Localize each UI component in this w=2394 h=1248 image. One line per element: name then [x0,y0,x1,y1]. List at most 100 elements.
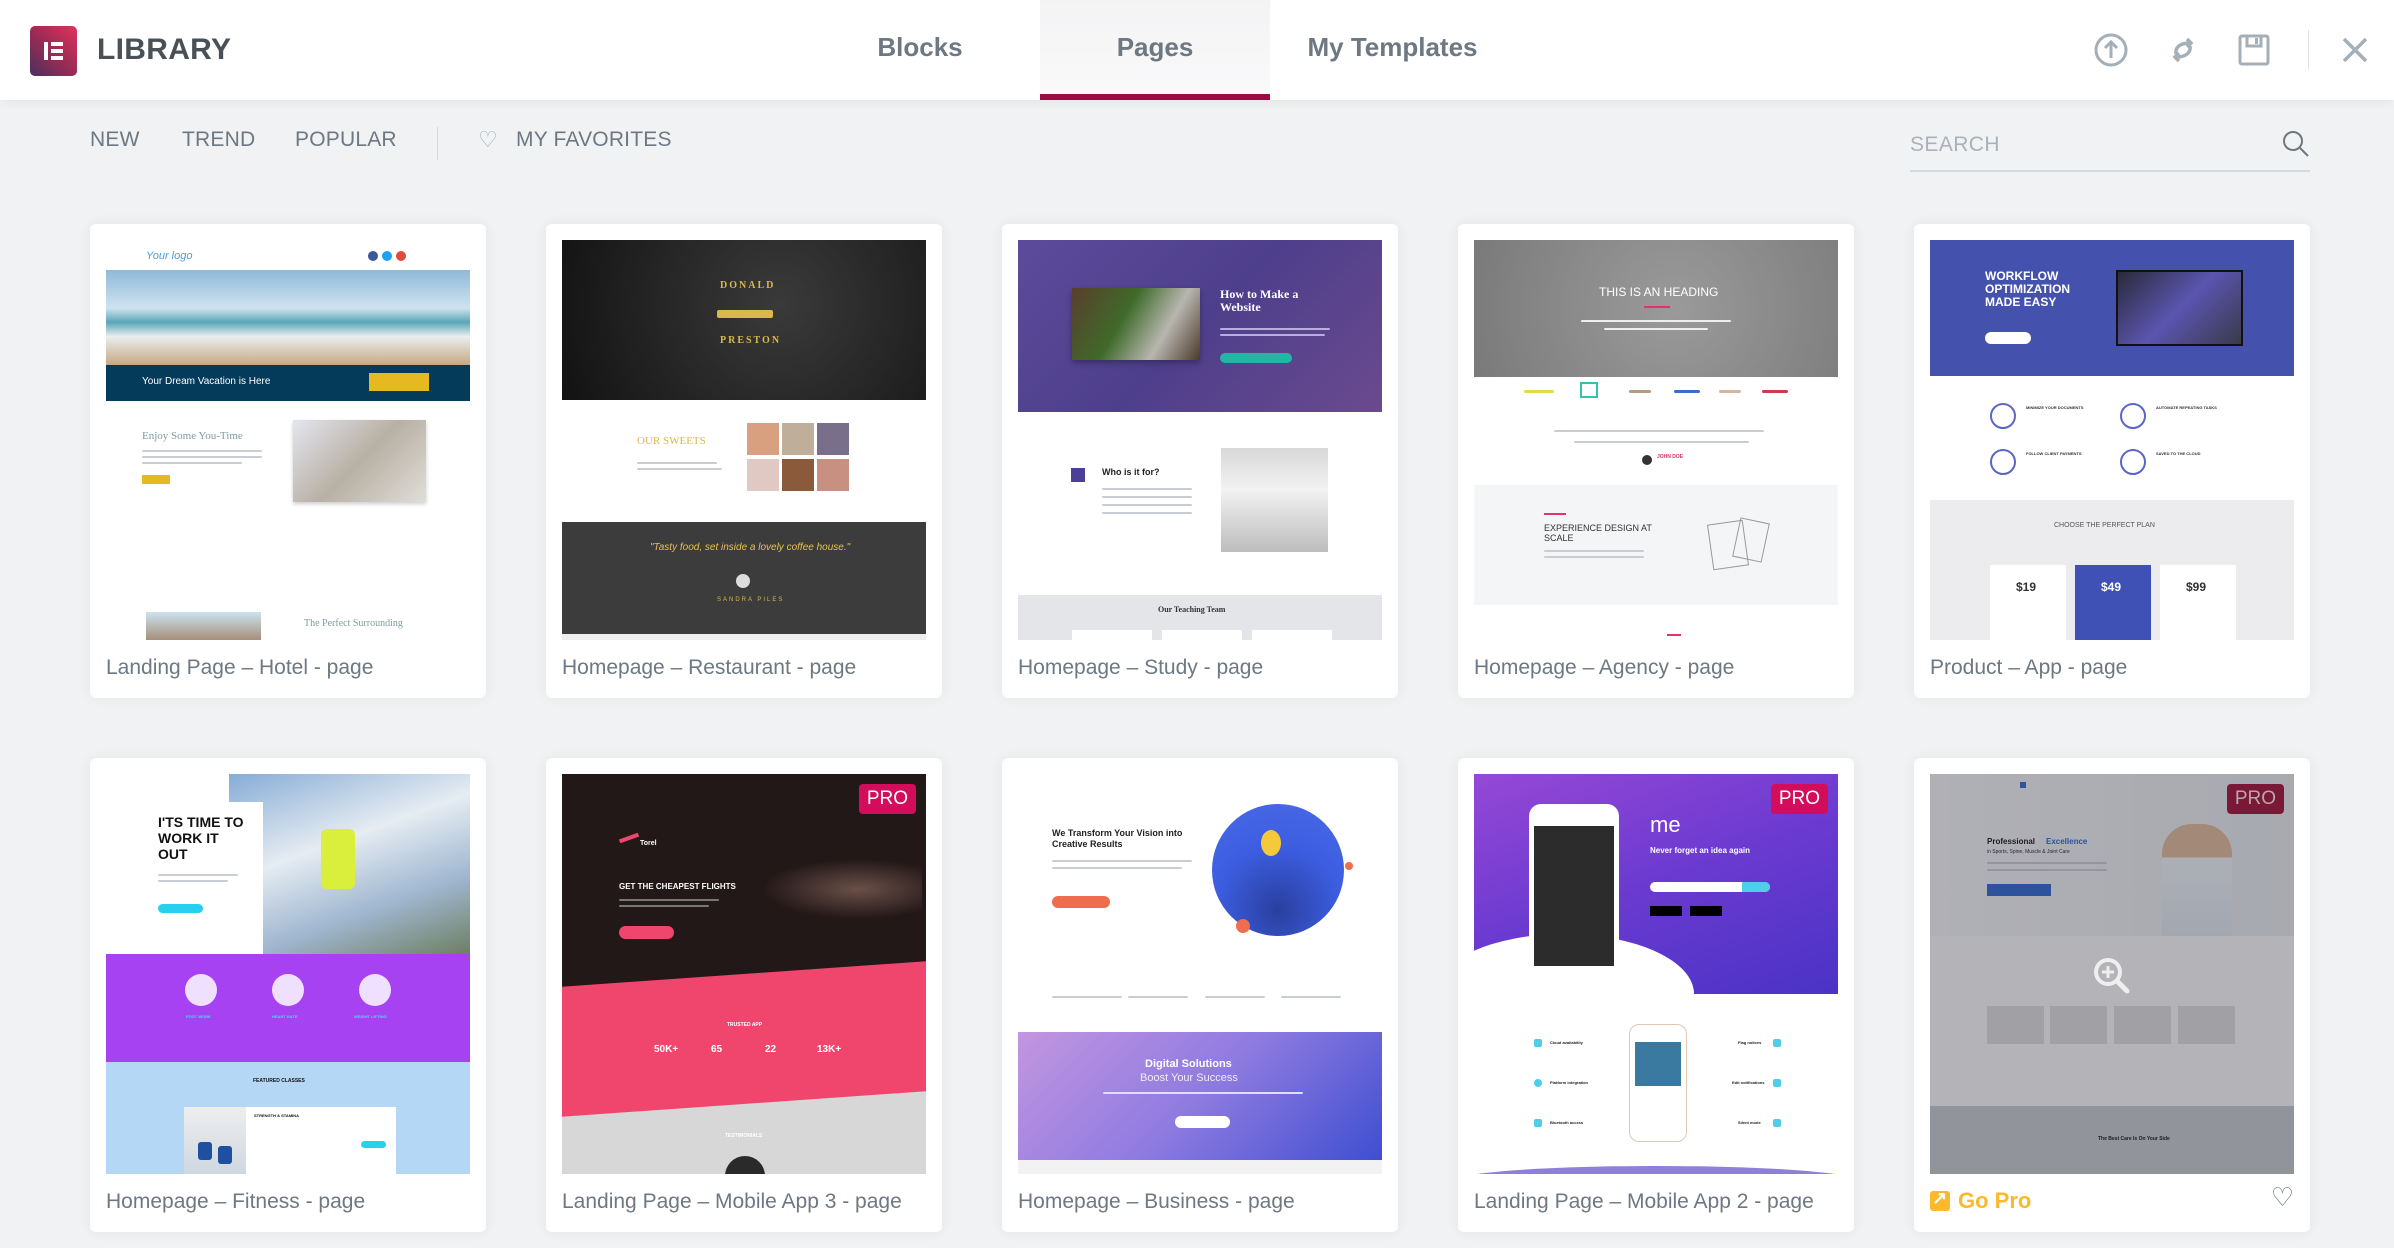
thumb-hero-image [1474,240,1838,377]
thumb-hero-image [106,270,470,365]
thumb-illustration [1212,804,1344,936]
template-preview-hotel[interactable]: Your logo Your Dream Vacation is Here En… [106,240,470,640]
thumb-text: TRUSTED APP [727,1022,763,1028]
thumb-text: We Transform Your Vision into Creative R… [1052,828,1183,849]
library-title: LIBRARY [97,33,232,66]
thumb-video [2116,270,2243,346]
thumb-text: Digital Solutions [1145,1058,1232,1070]
search-input[interactable] [1910,130,2250,160]
thumb-stat: 13K+ [817,1044,842,1055]
thumb-text: Boost Your Success [1140,1072,1238,1084]
search-icon[interactable] [2280,128,2312,160]
template-card-restaurant[interactable]: DONALD PRESTON OUR SWEETS "Tasty food, s… [546,224,942,698]
thumb-image [782,459,814,491]
thumb-text: WEIGHT LIFTING [354,1014,387,1019]
thumb-text: Torel [640,840,657,847]
template-card-hotel[interactable]: Your logo Your Dream Vacation is Here En… [90,224,486,698]
filter-my-favorites[interactable]: MY FAVORITES [516,128,672,152]
template-card-study[interactable]: How to Make a Website Who is it for? Our… [1002,224,1398,698]
thumb-section [1474,485,1838,605]
thumb-text: GET THE CHEAPEST FLIGHTS [619,882,736,891]
filter-new[interactable]: NEW [90,128,140,152]
thumb-text: HEART RATE [272,1014,298,1019]
elementor-logo-icon [30,26,77,76]
thumb-price-card [2160,565,2236,640]
thumb-text: WORKFLOW OPTIMIZATION MADE EASY [1985,269,2071,309]
thumb-image [293,420,426,502]
template-card-product-app[interactable]: WORKFLOW OPTIMIZATION MADE EASY MINIMIZE… [1914,224,2310,698]
zoom-in-icon[interactable] [2090,954,2134,998]
filter-trend[interactable]: TREND [182,128,255,152]
cloud-icon [1534,1039,1542,1047]
template-card-mobile-app-2[interactable]: PRO me Never forget an idea again Cloud … [1458,758,1854,1232]
google-plus-icon [396,251,406,261]
template-card-mobile-app-3[interactable]: PRO Torel GET THE CHEAPEST FLIGHTS TRUST… [546,758,942,1232]
thumb-image [146,612,261,640]
thumb-image [184,1107,246,1174]
thumb-button [619,926,674,939]
template-title: Homepage – Restaurant - page [562,656,857,679]
heart-outline-icon: ♡ [478,127,498,152]
template-card-agency[interactable]: THIS IS AN HEADING JOHN DOE EXPERIENCE D… [1458,224,1854,698]
tab-blocks[interactable]: Blocks [840,0,1000,100]
thumb-text: How to Make a Website [1220,287,1299,314]
twitter-icon [382,251,392,261]
thumb-footer [1018,1160,1382,1174]
thumb-features [106,954,470,1062]
save-template-button[interactable] [2234,30,2274,70]
tab-my-templates[interactable]: My Templates [1290,0,1495,100]
template-preview-business[interactable]: We Transform Your Vision into Creative R… [1018,774,1382,1174]
thumb-image [1221,448,1328,552]
template-card-business[interactable]: We Transform Your Vision into Creative R… [1002,758,1398,1232]
calendar-icon [1773,1079,1781,1087]
thumb-text: FOOT WORK [186,1014,211,1019]
template-card-fitness[interactable]: I'TS TIME TO WORK IT OUT FOOT WORK HEART… [90,758,486,1232]
template-preview-agency[interactable]: THIS IS AN HEADING JOHN DOE EXPERIENCE D… [1474,240,1838,640]
pro-badge: PRO [1770,784,1828,814]
thumb-text: Flag notices [1738,1040,1762,1045]
favorite-heart-icon[interactable]: ♡ [2271,1182,2294,1213]
template-preview-mobile-app-3[interactable]: PRO Torel GET THE CHEAPEST FLIGHTS TRUST… [562,774,926,1174]
thumb-button [1742,882,1770,892]
template-title: Homepage – Agency - page [1474,656,1735,679]
thumb-store-button [1690,906,1722,916]
filter-popular[interactable]: POPULAR [295,128,397,152]
template-card-physio[interactable]: PRO Professional Excellence in Sports, S… [1914,758,2310,1232]
template-preview-study[interactable]: How to Make a Website Who is it for? Our… [1018,240,1382,640]
template-preview-fitness[interactable]: I'TS TIME TO WORK IT OUT FOOT WORK HEART… [106,774,470,1174]
heart-icon [272,974,304,1006]
thumb-text: Silent mode [1738,1120,1761,1125]
thumb-hero-image [562,240,926,400]
template-preview-physio[interactable]: PRO Professional Excellence in Sports, S… [1930,774,2294,1174]
thumb-card [1162,630,1242,640]
template-preview-restaurant[interactable]: DONALD PRESTON OUR SWEETS "Tasty food, s… [562,240,926,640]
close-button[interactable] [2335,30,2375,70]
go-pro-link[interactable]: Go Pro [1930,1188,2031,1214]
upload-icon [2094,33,2128,67]
filter-divider [437,127,438,160]
thumb-image [817,423,849,455]
sync-library-button[interactable] [2163,30,2203,70]
import-template-button[interactable] [2091,30,2131,70]
thumb-text: PRESTON [720,335,782,346]
flag-icon [1773,1039,1781,1047]
thumb-dot [1345,862,1353,870]
save-icon [2238,34,2270,66]
thumb-image [817,459,849,491]
thumb-logo [1580,382,1598,398]
template-preview-mobile-app-2[interactable]: PRO me Never forget an idea again Cloud … [1474,774,1838,1174]
thumb-price-card [1990,565,2066,640]
thumb-text: JOHN DOE [1657,454,1684,460]
thumb-icon [1990,403,2016,429]
template-preview-product-app[interactable]: WORKFLOW OPTIMIZATION MADE EASY MINIMIZE… [1930,240,2294,640]
thumb-text: $99 [2186,580,2207,594]
template-title: Homepage – Study - page [1018,656,1264,679]
thumb-card [1252,630,1332,640]
external-link-icon [1930,1188,1950,1211]
tab-pages[interactable]: Pages [1040,0,1270,100]
thumb-image [218,1146,232,1164]
thumb-avatar [736,574,750,588]
thumb-cta-section [1018,1032,1382,1160]
thumb-button [1175,1116,1230,1128]
thumb-text: SANDRA PILES [717,597,785,603]
